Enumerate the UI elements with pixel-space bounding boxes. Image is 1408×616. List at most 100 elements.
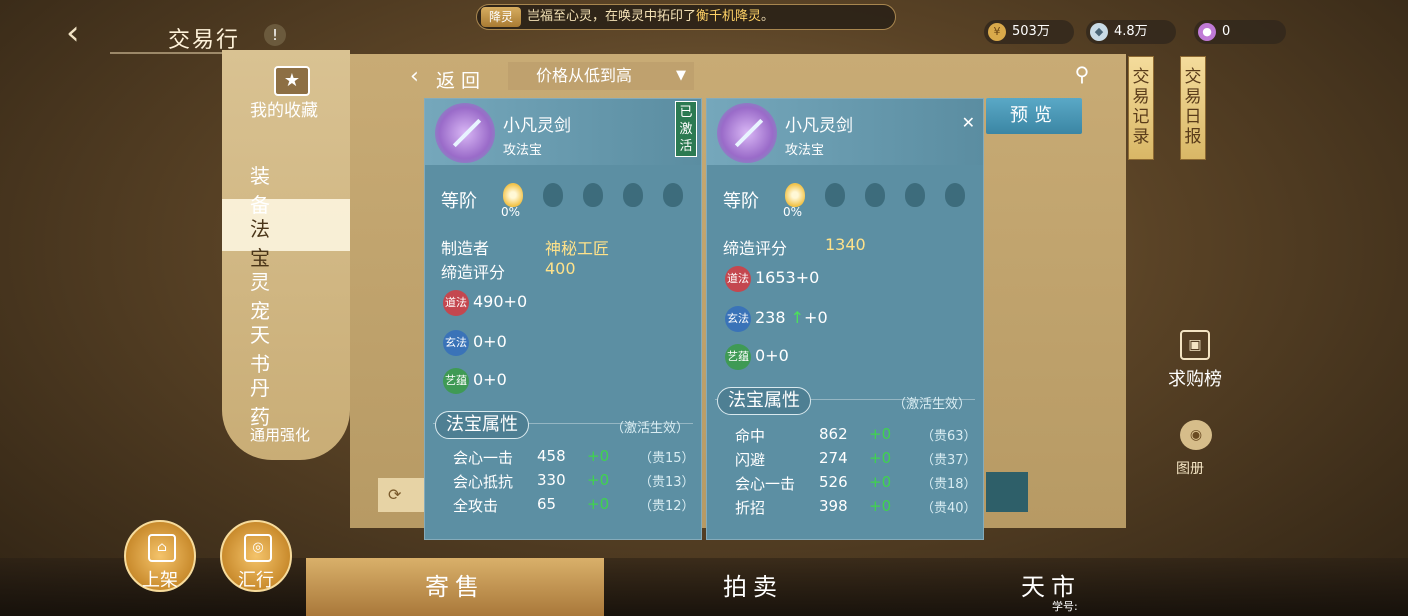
currency-gold: ¥ 503万 [984,20,1074,44]
ticker-text-b: 。 [761,9,775,24]
prop-rarity: （贵63） [921,429,977,444]
sidebar-item-pet[interactable]: 灵宠 [250,266,330,324]
wanted-list-icon[interactable]: ▣ [1180,330,1210,360]
prop-row: 折招 398 +0 （贵40） [735,497,977,519]
prop-bonus: +0 [869,497,892,515]
prop-row: 全攻击 65 +0 （贵12） [453,495,695,517]
prop-rarity: （贵13） [639,475,695,490]
trade-records-button[interactable]: 交易记录 [1128,56,1154,160]
prop-rarity: （贵12） [639,499,695,514]
catalog-icon[interactable]: ◉ [1180,420,1212,450]
props-note: （激活生效） [892,397,971,412]
stat-gem-icon: 玄法 [725,305,751,332]
sort-value: 价格从低到高 [536,66,633,85]
prop-name: 全攻击 [453,497,499,515]
trade-daily-button[interactable]: 交易日报 [1180,56,1206,160]
prop-bonus: +0 [587,495,610,513]
props-note: （激活生效） [610,421,689,436]
sword-icon [435,103,495,163]
search-icon[interactable]: ⚲ [1070,62,1094,86]
info-key: 制造者 [441,239,490,258]
prop-value: 526 [819,473,848,491]
currency-spirit: ● 0 [1194,20,1286,44]
wanted-list-button[interactable]: 求购榜 [1168,365,1222,391]
stall-icon: ⌂ [148,534,176,562]
item-type: 攻法宝 [503,143,543,158]
spirit-orb-icon: ● [1198,23,1216,41]
stat-value: 0+0 [473,332,507,351]
tab-consign[interactable]: 寄售 [306,558,604,616]
ticker-highlight: 衡千机降灵 [696,9,762,24]
chevron-down-icon: ▼ [676,68,686,83]
return-button[interactable]: 返回 [436,66,486,93]
prop-name: 会心一击 [453,449,514,467]
item-name: 小凡灵剑 [503,116,571,136]
grade-flame-icon [503,183,523,207]
prop-value: 862 [819,425,848,443]
stat-extra: +0 [804,308,828,327]
stat-value: 1653+0 [755,268,820,287]
treasure-props-title: 法宝属性 [717,387,811,415]
list-item-button[interactable]: ⌂ 上架 [124,520,196,592]
item-name: 小凡灵剑 [785,116,853,136]
grade-slot-icon [543,183,563,207]
item-tooltip-card: 小凡灵剑 攻法宝 已激活 等阶 0% 制造者 神秘工匠 缔造评分 400 道法 4… [424,98,702,540]
exchange-label: 汇行 [238,570,274,591]
stat-row: 玄法 0+0 [443,329,593,356]
star-icon[interactable]: ★ [274,66,310,96]
prop-value: 274 [819,449,848,467]
list-item-label: 上架 [142,570,178,591]
close-icon[interactable]: ✕ [962,113,975,132]
arrow-up-icon: ↑ [790,308,805,327]
prop-row: 会心一击 526 +0 （贵18） [735,473,977,495]
prop-rarity: （贵37） [921,453,977,468]
return-arrow-icon[interactable]: ‹ [410,64,419,89]
sidebar-item-treasure[interactable]: 法宝 [250,213,330,271]
currency-gold-value: 503万 [1012,24,1050,39]
stat-row: 艺蕴 0+0 [443,367,593,394]
tab-market[interactable]: 天市 [902,558,1200,616]
stat-gem-icon: 道法 [443,289,469,316]
stat-row: 玄法 238 ↑+0 [725,305,875,332]
sort-dropdown[interactable]: 价格从低到高 ▼ [508,62,694,90]
info-value: 400 [545,259,576,278]
info-key: 缔造评分 [441,263,506,282]
prop-value: 330 [537,471,566,489]
grade-slot-icon [905,183,925,207]
prop-name: 会心一击 [735,475,796,493]
prop-value: 398 [819,497,848,515]
currency-silver-value: 4.8万 [1114,24,1148,39]
treasure-props-title: 法宝属性 [435,411,529,439]
uid-label: 学号: [1052,600,1078,613]
prop-rarity: （贵18） [921,477,977,492]
sidebar-item-equipment[interactable]: 装备 [250,160,330,218]
prop-bonus: +0 [869,473,892,491]
info-key: 缔造评分 [723,239,788,258]
grade-slot-icon [825,183,845,207]
currency-silver: ◆ 4.8万 [1086,20,1176,44]
stat-value: 0+0 [755,346,789,365]
sidebar-item-enhance[interactable]: 通用强化 [250,424,310,445]
preview-button[interactable]: 预览 [986,98,1082,134]
tab-auction[interactable]: 拍卖 [604,558,902,616]
compare-tooltip-card: 小凡灵剑 攻法宝 ✕ 等阶 0% 缔造评分 1340 道法 1653+0 玄法 23… [706,98,984,540]
gold-coin-icon: ¥ [988,23,1006,41]
grade-label: 等阶 [441,191,477,212]
refresh-button[interactable]: ⟳ [378,478,428,512]
back-arrow-icon[interactable]: ‹ [66,14,96,52]
sidebar-item-pill[interactable]: 丹药 [250,372,330,430]
coins-icon: ◎ [244,534,272,562]
info-badge[interactable]: ! [264,24,286,46]
exchange-button[interactable]: ◎ 汇行 [220,520,292,592]
prop-row: 会心一击 458 +0 （贵15） [453,447,695,469]
stat-gem-icon: 道法 [725,265,751,292]
grade-slot-icon [865,183,885,207]
favorites-label[interactable]: 我的收藏 [250,96,318,121]
sidebar-item-book[interactable]: 天书 [250,319,330,377]
stat-value: 0+0 [473,370,507,389]
grade-slot-icon [663,183,683,207]
info-value: 1340 [825,235,866,254]
stat-row: 道法 1653+0 [725,265,875,292]
prop-rarity: （贵40） [921,501,977,516]
catalog-label[interactable]: 图册 [1176,458,1204,478]
